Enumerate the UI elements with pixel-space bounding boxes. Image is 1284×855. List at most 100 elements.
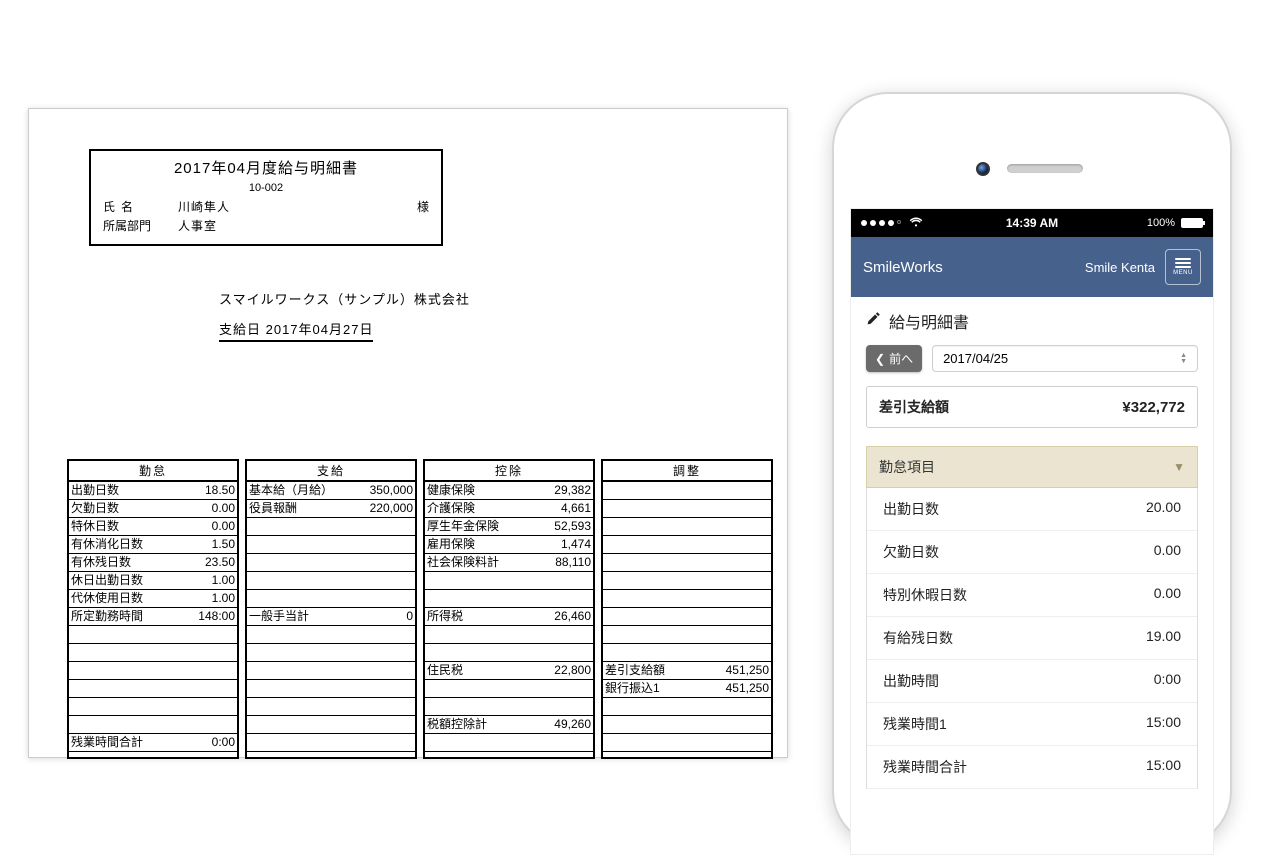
page-title: 給与明細書 <box>866 309 1198 333</box>
table-row <box>603 536 771 554</box>
cell-label: 住民税 <box>425 662 537 679</box>
pencil-icon <box>866 311 881 331</box>
status-time: 14:39 AM <box>851 216 1213 230</box>
cell-label: 介護保険 <box>425 500 537 517</box>
table-row <box>69 644 237 662</box>
item-value: 20.00 <box>1146 499 1181 519</box>
table-row: 有休消化日数1.50 <box>69 536 237 554</box>
table-row: 代休使用日数1.00 <box>69 590 237 608</box>
payslip-tables: 勤怠出勤日数18.50欠勤日数0.00特休日数0.00有休消化日数1.50有休残… <box>67 459 773 759</box>
cell-label: 役員報酬 <box>247 500 359 517</box>
table-row <box>425 590 593 608</box>
table-row <box>247 752 415 759</box>
table-row <box>247 698 415 716</box>
table-row <box>603 500 771 518</box>
cell-value: 148:00 <box>181 608 237 625</box>
item-label: 有給残日数 <box>883 628 953 648</box>
attendance-section-header[interactable]: 勤怠項目 ▼ <box>866 446 1198 488</box>
item-label: 出勤時間 <box>883 671 939 691</box>
table-row <box>69 716 237 734</box>
table-row <box>425 734 593 752</box>
table-row <box>603 572 771 590</box>
table-row <box>247 626 415 644</box>
list-item: 欠勤日数0.00 <box>867 531 1197 574</box>
cell-label: 所定勤務時間 <box>69 608 181 625</box>
section-title: 勤怠項目 <box>879 457 935 477</box>
cell-label: 有休残日数 <box>69 554 181 571</box>
table-row: 社会保険料計88,110 <box>425 554 593 572</box>
dept-label: 所属部門 <box>103 217 178 234</box>
table-row <box>603 482 771 500</box>
table-row: 残業時間合計0:00 <box>69 734 237 752</box>
app-brand: SmileWorks <box>863 259 943 276</box>
cell-label: 税額控除計 <box>425 716 537 733</box>
table-row <box>247 716 415 734</box>
column-body: 健康保険29,382介護保険4,661厚生年金保険52,593雇用保険1,474… <box>423 482 595 759</box>
company-name: スマイルワークス（サンプル）株式会社 <box>219 289 470 308</box>
table-row: 差引支給額451,250 <box>603 662 771 680</box>
cell-value: 23.50 <box>181 554 237 571</box>
column-body: 出勤日数18.50欠勤日数0.00特休日数0.00有休消化日数1.50有休残日数… <box>67 482 239 759</box>
list-item: 出勤日数20.00 <box>867 488 1197 531</box>
table-row <box>69 680 237 698</box>
table-row <box>69 662 237 680</box>
cell-label: 一般手当計 <box>247 608 359 625</box>
cell-label: 残業時間合計 <box>69 734 181 751</box>
table-row: 税額控除計49,260 <box>425 716 593 734</box>
netpay-box: 差引支給額 ¥322,772 <box>866 386 1198 428</box>
camera-icon <box>976 162 990 176</box>
table-row <box>247 644 415 662</box>
column-header: 調整 <box>601 459 773 482</box>
date-value: 2017/04/25 <box>943 351 1008 366</box>
cell-value: 0 <box>359 608 415 625</box>
prev-button[interactable]: ❮ 前へ <box>866 345 922 372</box>
cell-label: 雇用保険 <box>425 536 537 553</box>
item-value: 15:00 <box>1146 714 1181 734</box>
cell-value: 1,474 <box>537 536 593 553</box>
list-item: 残業時間合計15:00 <box>867 746 1197 789</box>
table-row <box>603 554 771 572</box>
attendance-list: 出勤日数20.00欠勤日数0.00特別休暇日数0.00有給残日数19.00出勤時… <box>866 488 1198 789</box>
table-row: 基本給（月給）350,000 <box>247 482 415 500</box>
payslip-header-box: 2017年04月度給与明細書 10-002 氏名 川崎隼人 様 所属部門 人事室 <box>89 149 443 246</box>
cell-value: 451,250 <box>715 680 771 697</box>
table-row <box>425 752 593 759</box>
phone-body: 14:39 AM 100% SmileWorks Smile Kenta MEN… <box>832 92 1232 847</box>
cell-label: 差引支給額 <box>603 662 715 679</box>
hamburger-icon <box>1175 258 1191 260</box>
table-row <box>247 734 415 752</box>
table-row <box>247 518 415 536</box>
menu-button[interactable]: MENU <box>1165 249 1201 285</box>
cell-label: 出勤日数 <box>69 482 181 499</box>
table-row: 所定勤務時間148:00 <box>69 608 237 626</box>
cell-value: 0.00 <box>181 500 237 517</box>
table-row <box>603 698 771 716</box>
item-value: 0:00 <box>1154 671 1181 691</box>
cell-value: 88,110 <box>537 554 593 571</box>
employee-id: 10-002 <box>103 180 429 196</box>
user-name: Smile Kenta <box>1085 260 1155 275</box>
table-row: 雇用保険1,474 <box>425 536 593 554</box>
table-row <box>603 590 771 608</box>
netpay-label: 差引支給額 <box>879 397 949 417</box>
table-row: 住民税22,800 <box>425 662 593 680</box>
item-value: 15:00 <box>1146 757 1181 777</box>
table-row <box>69 626 237 644</box>
table-row: 介護保険4,661 <box>425 500 593 518</box>
table-row <box>425 698 593 716</box>
date-select[interactable]: 2017/04/25 ▲▼ <box>932 345 1198 372</box>
cell-value: 22,800 <box>537 662 593 679</box>
table-row <box>247 554 415 572</box>
cell-value: 220,000 <box>359 500 415 517</box>
cell-label: 欠勤日数 <box>69 500 181 517</box>
table-row <box>69 698 237 716</box>
department-name: 人事室 <box>178 217 429 234</box>
chevron-down-icon: ▼ <box>1173 460 1185 474</box>
item-label: 欠勤日数 <box>883 542 939 562</box>
list-item: 特別休暇日数0.00 <box>867 574 1197 617</box>
table-row: 健康保険29,382 <box>425 482 593 500</box>
column-header: 勤怠 <box>67 459 239 482</box>
cell-value: 29,382 <box>537 482 593 499</box>
table-row <box>425 626 593 644</box>
cell-value: 451,250 <box>715 662 771 679</box>
